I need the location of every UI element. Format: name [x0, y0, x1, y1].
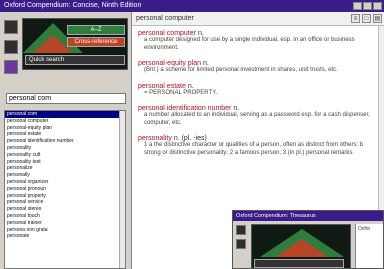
list-item[interactable]: personal-equity plan	[5, 125, 125, 132]
entry-headword[interactable]: personal identification number n.	[138, 105, 374, 112]
list-item[interactable]: personal property	[5, 193, 125, 200]
entry-definition: a number allocated to an individual, ser…	[144, 112, 370, 126]
dictionary-entry: personal estate n. = PERSONAL PROPERTY.	[138, 83, 374, 98]
list-item[interactable]: personal stereo	[5, 206, 125, 213]
thesaurus-icon[interactable]	[4, 40, 18, 54]
search-input[interactable]: personal com	[6, 93, 126, 104]
entry-definition: 1 a the distinctive character or qualiti…	[144, 142, 364, 156]
list-scrollbar[interactable]	[119, 111, 125, 268]
window-title: Oxford Compendium: Concise, Ninth Editio…	[4, 2, 142, 9]
entry-headword[interactable]: personal-equity plan n.	[138, 60, 374, 67]
entry-part-of-speech: n.	[203, 60, 209, 67]
entry-definition: (Brit.) a scheme for limited personal in…	[144, 67, 338, 73]
dictionary-entry: personal-equity plan n. (Brit.) a scheme …	[138, 60, 374, 75]
entry-content: personal computer n. a computer designed …	[138, 30, 374, 165]
list-item[interactable]: personal computer	[5, 118, 125, 125]
dictionary-entry: personal identification number n. a numbe…	[138, 105, 374, 127]
entry-head-text: personal-equity plan	[138, 60, 202, 67]
list-item[interactable]: personality	[5, 145, 125, 152]
headword: personal computer	[136, 15, 194, 22]
list-item[interactable]: personate	[5, 233, 125, 240]
menu-icon[interactable]: ≡	[351, 14, 360, 23]
entry-head-text: personal identification number	[138, 105, 232, 112]
list-item[interactable]: personalize	[5, 165, 125, 172]
entry-part-of-speech: n. (pl. -ies)	[173, 135, 207, 142]
entry-part-of-speech: n.	[233, 105, 240, 112]
quick-search-button[interactable]: Quick search	[25, 55, 125, 65]
maximize-button[interactable]	[363, 2, 372, 10]
reference-icon[interactable]	[4, 60, 18, 74]
entry-headword[interactable]: personal estate n.	[138, 83, 374, 90]
list-item[interactable]: personally	[5, 172, 125, 179]
headword-bar: personal computer ≡ □ ▤	[132, 12, 384, 26]
overlay-hero	[251, 224, 351, 268]
entry-definition: a computer designed for use by a single …	[144, 37, 355, 51]
entry-headword[interactable]: personality n. (pl. -ies)	[138, 135, 374, 142]
copy-icon[interactable]: □	[362, 14, 371, 23]
entry-head-text: personality	[138, 135, 172, 142]
hero-graphic: A–Z Cross-reference Quick search	[22, 18, 128, 70]
list-item[interactable]: personal identification number	[5, 138, 125, 145]
list-item[interactable]: personal pronoun	[5, 186, 125, 193]
hero-mid-button[interactable]: Cross-reference	[67, 37, 125, 47]
overlay-search-button[interactable]	[254, 259, 344, 268]
left-panel: A–Z Cross-reference Quick search persona…	[0, 12, 130, 269]
dictionary-entry: personality n. (pl. -ies) 1 a the distinc…	[138, 135, 374, 157]
entry-head-text: personal computer	[138, 30, 196, 37]
list-item[interactable]: personal trainer	[5, 220, 125, 227]
overlay-tool-icon[interactable]	[236, 239, 246, 249]
overlay-title: Oxford Compendium: Thesaurus	[233, 211, 383, 221]
minimize-button[interactable]	[353, 2, 362, 10]
entry-head-text: personal estate	[138, 82, 186, 90]
entry-definition: = PERSONAL PROPERTY.	[144, 89, 218, 96]
panel-toolbar: ≡ □ ▤	[351, 14, 382, 23]
entry-part-of-speech: n.	[187, 82, 194, 90]
dictionary-entry: personal computer n. a computer designed …	[138, 30, 374, 52]
overlay-side-panel: Oxfor	[355, 224, 383, 268]
list-item[interactable]: personal organizer	[5, 179, 125, 186]
dictionary-icon[interactable]	[4, 20, 18, 34]
window-controls	[353, 2, 382, 10]
hero-top-button[interactable]: A–Z	[67, 25, 125, 35]
list-item[interactable]: personal com	[5, 111, 125, 118]
list-item[interactable]: personal service	[5, 199, 125, 206]
entry-part-of-speech: n.	[197, 30, 204, 37]
overlay-tool-strip	[236, 225, 246, 253]
overlay-tool-icon[interactable]	[236, 225, 246, 235]
list-item[interactable]: personality cult	[5, 152, 125, 159]
list-item[interactable]: persona non grata	[5, 227, 125, 234]
thesaurus-window[interactable]: Oxford Compendium: Thesaurus Oxfor	[232, 210, 384, 269]
list-item[interactable]: personality test	[5, 159, 125, 166]
list-item[interactable]: personal touch	[5, 213, 125, 220]
print-icon[interactable]: ▤	[373, 14, 382, 23]
close-button[interactable]	[373, 2, 382, 10]
title-bar: Oxford Compendium: Concise, Ninth Editio…	[0, 0, 384, 12]
tool-strip	[2, 18, 22, 80]
entry-headword[interactable]: personal computer n.	[138, 30, 374, 37]
list-item[interactable]: personal estate	[5, 131, 125, 138]
word-list[interactable]: personal com personal computer personal-eq…	[4, 110, 126, 269]
